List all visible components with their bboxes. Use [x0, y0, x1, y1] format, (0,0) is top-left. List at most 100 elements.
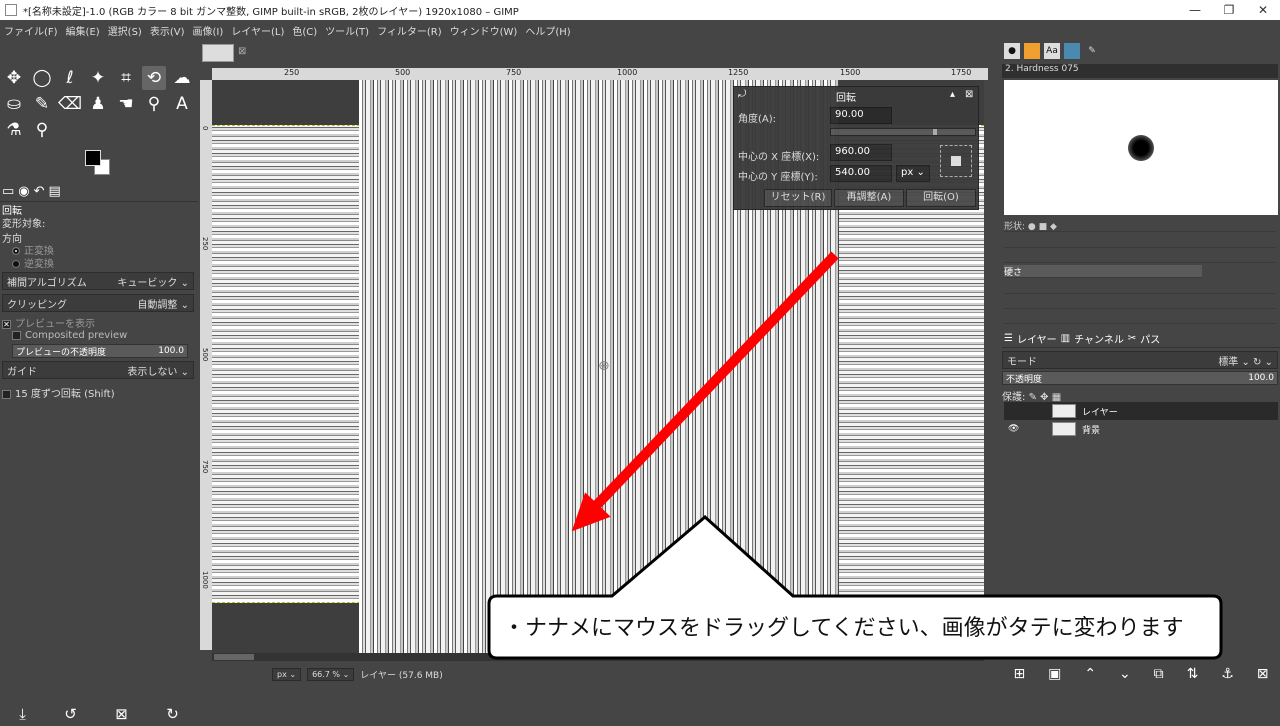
close-button[interactable]: ✕: [1246, 3, 1280, 17]
brush-param-row[interactable]: [1004, 235, 1276, 248]
center-x-input[interactable]: 960.00: [830, 144, 892, 161]
zoom-combo[interactable]: 66.7 % ⌄: [307, 667, 355, 681]
delete-options-icon[interactable]: ⊠: [115, 705, 128, 723]
move-icon[interactable]: ✥: [2, 66, 26, 90]
eye-icon[interactable]: 👁: [1008, 424, 1019, 434]
eraser-icon[interactable]: ⌫: [58, 92, 82, 116]
brush-param-row[interactable]: [1004, 281, 1276, 294]
merge-layer-icon[interactable]: ⇅: [1187, 666, 1199, 682]
save-options-icon[interactable]: ⤓: [19, 705, 26, 723]
menu-help[interactable]: ヘルプ(H): [525, 23, 570, 38]
fuzzy-select-icon[interactable]: ✦: [86, 66, 110, 90]
image-tab-thumbnail[interactable]: [202, 44, 234, 62]
menu-tools[interactable]: ツール(T): [325, 23, 369, 38]
shape-circle-icon[interactable]: ●: [1028, 222, 1036, 232]
angle-slider-handle[interactable]: [933, 129, 937, 135]
brush-param-row[interactable]: [1004, 296, 1276, 309]
zoom-icon[interactable]: ⚲: [30, 118, 54, 142]
delete-layer-icon[interactable]: ⊠: [1257, 666, 1269, 682]
unit-combo[interactable]: px ⌄: [272, 667, 302, 681]
duplicate-layer-icon[interactable]: ⧉: [1154, 666, 1164, 682]
text-icon[interactable]: A: [170, 92, 194, 116]
scrollbar-thumb[interactable]: [214, 654, 254, 660]
ellipse-select-icon[interactable]: ◯: [30, 66, 54, 90]
readjust-button[interactable]: 再調整(A): [834, 189, 904, 207]
interpolation-combo[interactable]: 補間アルゴリズム キュービック ⌄: [2, 272, 194, 290]
menu-layer[interactable]: レイヤー(L): [231, 23, 284, 38]
device-status-tab-icon[interactable]: ◉: [18, 184, 29, 199]
guides-combo[interactable]: ガイド 表示しない ⌄: [2, 361, 194, 379]
brush-param-row[interactable]: [1004, 311, 1276, 324]
hardness-slider[interactable]: 硬さ: [1004, 265, 1202, 278]
layer-row[interactable]: レイヤー: [1004, 402, 1278, 420]
color-picker-icon[interactable]: ⚗: [2, 118, 26, 142]
angle-input[interactable]: 90.00: [830, 107, 892, 124]
close-tab-icon[interactable]: ⊠: [238, 46, 246, 57]
horizontal-ruler[interactable]: 250 500 750 1000 1250 1500 1750: [212, 68, 988, 80]
minimize-button[interactable]: —: [1178, 3, 1212, 17]
bucket-fill-icon[interactable]: ⛀: [2, 92, 26, 116]
paintbrush-icon[interactable]: ✎: [30, 92, 54, 116]
rotation-center-icon[interactable]: ⊕: [598, 358, 610, 374]
menu-file[interactable]: ファイル(F): [4, 23, 58, 38]
menu-select[interactable]: 選択(S): [108, 23, 142, 38]
paths-tab[interactable]: パス: [1140, 331, 1160, 346]
patterns-tab-icon[interactable]: [1024, 43, 1040, 59]
brush-editor-tab-icon[interactable]: ✎: [1084, 43, 1100, 59]
dodge-icon[interactable]: ⚲: [142, 92, 166, 116]
warp-icon[interactable]: ☁: [170, 66, 194, 90]
fonts-tab-icon[interactable]: Aa: [1044, 43, 1060, 59]
anchor-layer-icon[interactable]: ⚓: [1221, 666, 1234, 682]
smudge-icon[interactable]: ☚: [114, 92, 138, 116]
menu-windows[interactable]: ウィンドウ(W): [450, 23, 518, 38]
rotate-button[interactable]: 回転(O): [906, 189, 976, 207]
menu-colors[interactable]: 色(C): [292, 23, 317, 38]
menu-image[interactable]: 画像(I): [193, 23, 224, 38]
unit-select[interactable]: px ⌄: [896, 165, 930, 182]
clipping-combo[interactable]: クリッピング 自動調整 ⌄: [2, 294, 194, 312]
reset-button[interactable]: リセット(R): [764, 189, 832, 207]
layer-mode-combo[interactable]: モード 標準 ⌄ ↻ ⌄: [1002, 351, 1278, 369]
free-select-icon[interactable]: ℓ: [58, 66, 82, 90]
composited-preview-checkbox[interactable]: Composited preview: [12, 330, 127, 341]
show-preview-checkbox[interactable]: ✕ プレビューを表示: [2, 315, 95, 330]
menu-filters[interactable]: フィルター(R): [377, 23, 442, 38]
collapse-icon[interactable]: ▴: [950, 89, 955, 100]
center-pivot-selector-icon[interactable]: [940, 145, 972, 177]
brushes-tab-icon[interactable]: ●: [1004, 43, 1020, 59]
center-y-input[interactable]: 540.00: [830, 165, 892, 182]
close-dialog-icon[interactable]: ⊠: [965, 89, 973, 100]
layer-opacity-slider[interactable]: 不透明度 100.0: [1002, 371, 1278, 385]
reset-options-icon[interactable]: ↻: [166, 705, 179, 723]
images-tab-icon[interactable]: ▤: [49, 184, 61, 199]
shape-diamond-icon[interactable]: ◆: [1050, 222, 1057, 232]
unified-transform-icon[interactable]: ⟲: [142, 66, 166, 90]
document-history-tab-icon[interactable]: [1064, 43, 1080, 59]
raise-layer-icon[interactable]: ⌃: [1084, 666, 1096, 682]
preview-opacity-slider[interactable]: プレビューの不透明度 100.0: [12, 344, 188, 358]
new-layer-icon[interactable]: ⊞: [1013, 666, 1025, 682]
undo-history-tab-icon[interactable]: ↶: [34, 184, 45, 199]
clone-icon[interactable]: ♟: [86, 92, 110, 116]
snap-15-checkbox[interactable]: 15 度ずつ回転 (Shift): [2, 385, 115, 400]
brush-preview[interactable]: [1004, 80, 1278, 215]
foreground-color[interactable]: [85, 150, 101, 166]
crop-icon[interactable]: ⌗: [114, 66, 138, 90]
vertical-ruler[interactable]: 0 250 500 750 1000: [200, 80, 212, 650]
layers-tab[interactable]: レイヤー: [1017, 331, 1057, 346]
fg-bg-colors[interactable]: [85, 150, 113, 178]
restore-button[interactable]: ❐: [1212, 3, 1246, 17]
shape-square-icon[interactable]: ■: [1039, 222, 1048, 232]
brush-param-row[interactable]: [1004, 250, 1276, 263]
channels-tab[interactable]: チャンネル: [1074, 331, 1124, 346]
pivot-center-icon[interactable]: [951, 156, 961, 166]
lower-layer-icon[interactable]: ⌄: [1119, 666, 1131, 682]
new-layer-group-icon[interactable]: ▣: [1048, 666, 1061, 682]
tool-options-tab-icon[interactable]: ▭: [2, 184, 14, 199]
restore-options-icon[interactable]: ↺: [64, 705, 77, 723]
menu-view[interactable]: 表示(V): [150, 23, 185, 38]
layer-row[interactable]: 👁 背景: [1004, 420, 1278, 438]
direction-backward[interactable]: 逆変換: [12, 255, 54, 270]
angle-slider[interactable]: [830, 128, 976, 136]
menu-edit[interactable]: 編集(E): [66, 23, 100, 38]
